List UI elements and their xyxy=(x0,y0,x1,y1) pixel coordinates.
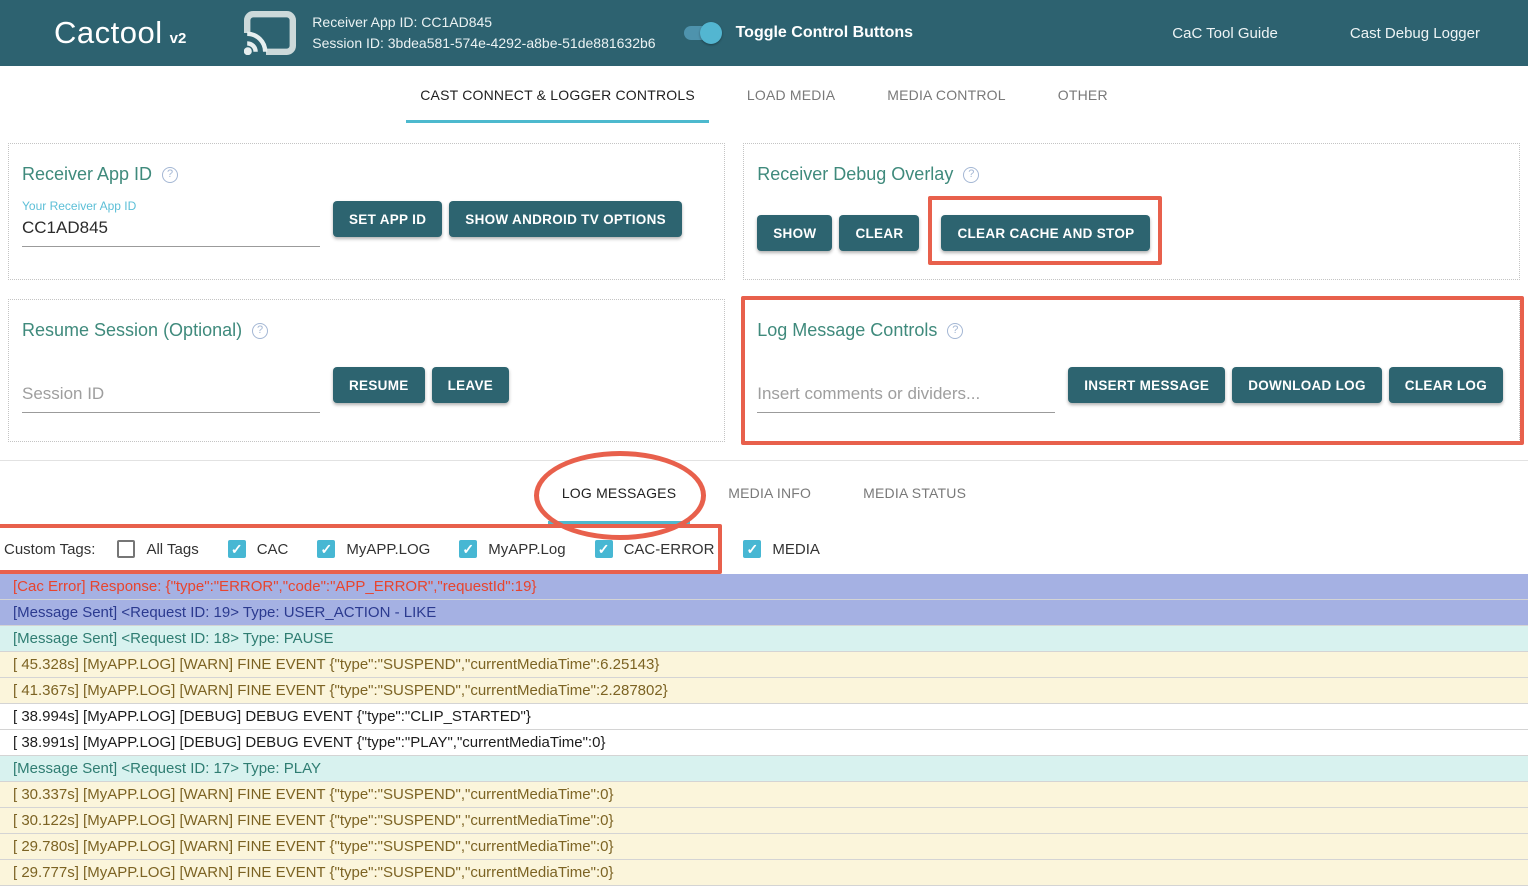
set-app-id-button[interactable]: SET APP ID xyxy=(333,201,442,237)
log-row-error: [Cac Error] Response: {"type":"ERROR","c… xyxy=(0,574,1528,600)
tag-label: All Tags xyxy=(146,541,198,558)
help-icon[interactable]: ? xyxy=(162,167,178,183)
tag-checkbox-cac-error[interactable]: CAC-ERROR xyxy=(595,540,715,558)
custom-tags-label: Custom Tags: xyxy=(4,541,95,558)
tag-label: CAC xyxy=(257,541,289,558)
nav-cast-debug-logger[interactable]: Cast Debug Logger xyxy=(1350,25,1480,42)
toggle-label: Toggle Control Buttons xyxy=(736,24,913,42)
tag-checkbox-all-tags[interactable]: All Tags xyxy=(117,540,198,558)
tag-label: CAC-ERROR xyxy=(624,541,715,558)
tab-other[interactable]: OTHER xyxy=(1044,66,1122,123)
checked-checkbox-icon[interactable] xyxy=(595,540,613,558)
tab-log-messages[interactable]: LOG MESSAGES xyxy=(548,461,690,524)
log-row-sent-action: [Message Sent] <Request ID: 19> Type: US… xyxy=(0,600,1528,626)
tab-label: LOG MESSAGES xyxy=(562,485,676,501)
custom-tags-bar: Custom Tags: All Tags CAC MyAPP.LOG MyAPP.L… xyxy=(0,524,1528,574)
tab-media-status[interactable]: MEDIA STATUS xyxy=(849,461,980,524)
log-row-sent: [Message Sent] <Request ID: 18> Type: PA… xyxy=(0,626,1528,652)
checked-checkbox-icon[interactable] xyxy=(317,540,335,558)
custom-tags-list: All Tags CAC MyAPP.LOG MyAPP.Log CAC-ERROR ME… xyxy=(117,540,849,558)
tag-checkbox-myapp-log[interactable]: MyAPP.Log xyxy=(459,540,565,558)
show-android-tv-options-button[interactable]: SHOW ANDROID TV OPTIONS xyxy=(449,201,682,237)
tag-checkbox-myapp-log[interactable]: MyAPP.LOG xyxy=(317,540,430,558)
clear-cache-and-stop-button[interactable]: CLEAR CACHE AND STOP xyxy=(941,215,1150,251)
help-icon[interactable]: ? xyxy=(963,167,979,183)
cast-icon xyxy=(244,11,296,55)
clear-log-button[interactable]: CLEAR LOG xyxy=(1389,367,1503,403)
download-log-button[interactable]: DOWNLOAD LOG xyxy=(1232,367,1382,403)
leave-button[interactable]: LEAVE xyxy=(432,367,510,403)
checked-checkbox-icon[interactable] xyxy=(228,540,246,558)
resume-session-panel: Resume Session (Optional) ? RESUME LEAVE xyxy=(8,299,725,442)
log-tabbar: LOG MESSAGES MEDIA INFO MEDIA STATUS xyxy=(0,461,1528,524)
active-tab-underline xyxy=(406,120,709,123)
session-id-input[interactable] xyxy=(22,381,320,413)
receiver-app-id-panel: Receiver App ID ? Your Receiver App ID S… xyxy=(8,143,725,280)
toggle-thumb xyxy=(700,22,722,44)
tab-label: MEDIA INFO xyxy=(728,485,811,501)
tag-label: MyAPP.Log xyxy=(488,541,565,558)
session-info: Receiver App ID: CC1AD845 Session ID: 3b… xyxy=(312,12,655,54)
tab-media-info[interactable]: MEDIA INFO xyxy=(714,461,825,524)
tab-load-media[interactable]: LOAD MEDIA xyxy=(733,66,849,123)
panel-title: Receiver Debug Overlay xyxy=(757,164,953,185)
log-row-warn: [ 30.122s] [MyAPP.LOG] [WARN] FINE EVENT… xyxy=(0,808,1528,834)
tag-label: MyAPP.LOG xyxy=(346,541,430,558)
log-row-warn: [ 30.337s] [MyAPP.LOG] [WARN] FINE EVENT… xyxy=(0,782,1528,808)
controls-section: Receiver App ID ? Your Receiver App ID S… xyxy=(0,123,1528,460)
control-buttons-toggle[interactable] xyxy=(684,22,722,44)
nav-cac-tool-guide[interactable]: CaC Tool Guide xyxy=(1172,25,1278,42)
session-id-text: Session ID: 3bdea581-574e-4292-a8be-51de… xyxy=(312,33,655,54)
resume-button[interactable]: RESUME xyxy=(333,367,425,403)
header-nav: CaC Tool Guide Cast Debug Logger xyxy=(1172,25,1498,42)
checked-checkbox-icon[interactable] xyxy=(743,540,761,558)
log-row-warn: [ 29.777s] [MyAPP.LOG] [WARN] FINE EVENT… xyxy=(0,860,1528,886)
tag-checkbox-cac[interactable]: CAC xyxy=(228,540,289,558)
clear-overlay-button[interactable]: CLEAR xyxy=(839,215,919,251)
insert-message-button[interactable]: INSERT MESSAGE xyxy=(1068,367,1225,403)
tab-label: LOAD MEDIA xyxy=(747,87,835,103)
tag-checkbox-media[interactable]: MEDIA xyxy=(743,540,820,558)
tab-label: MEDIA STATUS xyxy=(863,485,966,501)
panel-title: Resume Session (Optional) xyxy=(22,320,242,341)
tab-cast-connect-logger-controls[interactable]: CAST CONNECT & LOGGER CONTROLS xyxy=(406,66,709,123)
log-row-warn: [ 41.367s] [MyAPP.LOG] [WARN] FINE EVENT… xyxy=(0,678,1528,704)
app-header: Cactool v2 Receiver App ID: CC1AD845 Ses… xyxy=(0,0,1528,66)
help-icon[interactable]: ? xyxy=(252,323,268,339)
receiver-debug-overlay-panel: Receiver Debug Overlay ? SHOW CLEAR CLEA… xyxy=(743,143,1520,280)
tag-label: MEDIA xyxy=(772,541,820,558)
log-row-debug: [ 38.994s] [MyAPP.LOG] [DEBUG] DEBUG EVE… xyxy=(0,704,1528,730)
log-row-warn: [ 45.328s] [MyAPP.LOG] [WARN] FINE EVENT… xyxy=(0,652,1528,678)
tab-label: MEDIA CONTROL xyxy=(887,87,1006,103)
main-tabbar: CAST CONNECT & LOGGER CONTROLS LOAD MEDI… xyxy=(0,66,1528,123)
log-comment-input[interactable] xyxy=(757,381,1055,413)
unchecked-checkbox-icon[interactable] xyxy=(117,540,135,558)
log-row-debug: [ 38.991s] [MyAPP.LOG] [DEBUG] DEBUG EVE… xyxy=(0,730,1528,756)
app-version: v2 xyxy=(170,30,187,47)
receiver-app-id-text: Receiver App ID: CC1AD845 xyxy=(312,12,655,33)
app-id-input-label: Your Receiver App ID xyxy=(22,199,320,213)
tab-label: OTHER xyxy=(1058,87,1108,103)
log-row-sent: [Message Sent] <Request ID: 17> Type: PL… xyxy=(0,756,1528,782)
app-title: Cactool xyxy=(54,15,163,51)
tab-media-control[interactable]: MEDIA CONTROL xyxy=(873,66,1020,123)
panel-title: Receiver App ID xyxy=(22,164,152,185)
help-icon[interactable]: ? xyxy=(947,323,963,339)
show-overlay-button[interactable]: SHOW xyxy=(757,215,832,251)
panel-title: Log Message Controls xyxy=(757,320,937,341)
app-id-input[interactable] xyxy=(22,215,320,247)
log-message-controls-panel: Log Message Controls ? INSERT MESSAGE DO… xyxy=(743,299,1520,442)
app-logo: Cactool v2 xyxy=(54,15,186,51)
log-list: [Cac Error] Response: {"type":"ERROR","c… xyxy=(0,574,1528,886)
log-row-warn: [ 29.780s] [MyAPP.LOG] [WARN] FINE EVENT… xyxy=(0,834,1528,860)
tab-label: CAST CONNECT & LOGGER CONTROLS xyxy=(420,87,695,103)
checked-checkbox-icon[interactable] xyxy=(459,540,477,558)
